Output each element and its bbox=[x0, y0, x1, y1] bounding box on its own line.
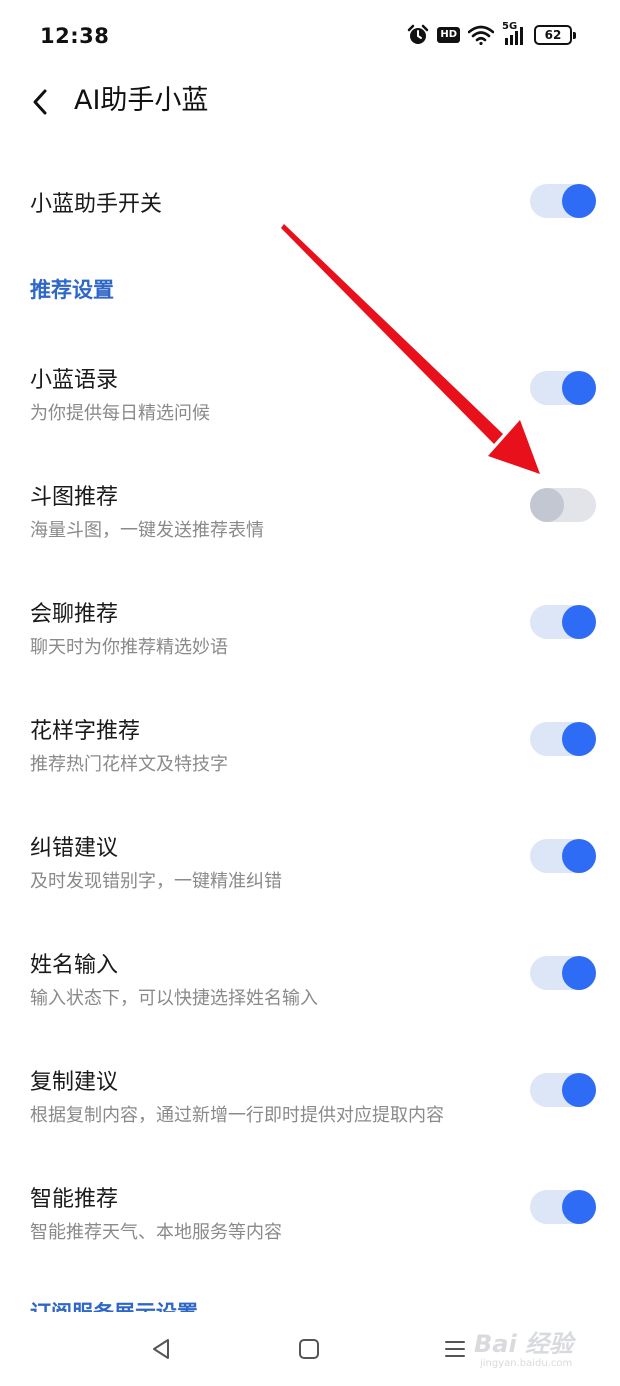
setting-subtitle: 根据复制内容，通过新增一行即时提供对应提取内容 bbox=[30, 1105, 444, 1126]
setting-subtitle: 推荐热门花样文及特技字 bbox=[30, 754, 228, 775]
back-button[interactable] bbox=[20, 82, 60, 122]
toggle-fancy-text[interactable] bbox=[530, 722, 596, 756]
setting-title: 斗图推荐 bbox=[30, 485, 119, 510]
alarm-icon bbox=[407, 24, 429, 46]
master-switch-label: 小蓝助手开关 bbox=[30, 192, 163, 217]
back-arrow-icon bbox=[33, 89, 47, 115]
setting-title: 智能推荐 bbox=[30, 1187, 119, 1212]
navigation-bar bbox=[0, 1312, 620, 1386]
toggle-correction[interactable] bbox=[530, 839, 596, 873]
setting-subtitle: 智能推荐天气、本地服务等内容 bbox=[30, 1222, 282, 1243]
square-home-icon bbox=[299, 1339, 319, 1359]
app-header: AI助手小蓝 bbox=[0, 76, 620, 126]
toggle-chat-recommend[interactable] bbox=[530, 605, 596, 639]
toggle-meme-recommend[interactable] bbox=[530, 488, 596, 522]
battery-level: 62 bbox=[534, 25, 572, 45]
signal-5g-icon: 5G bbox=[502, 21, 526, 46]
setting-subtitle: 海量斗图，一键发送推荐表情 bbox=[30, 520, 264, 541]
status-time: 12:38 bbox=[40, 24, 110, 48]
setting-title: 会聊推荐 bbox=[30, 602, 119, 627]
hd-icon: HD bbox=[437, 27, 460, 43]
setting-title: 纠错建议 bbox=[30, 836, 119, 861]
setting-subtitle: 为你提供每日精选问候 bbox=[30, 403, 210, 424]
battery-icon: 62 bbox=[534, 25, 576, 45]
setting-title: 花样字推荐 bbox=[30, 719, 141, 744]
section-header-subscription: 订阅服务展示设置 bbox=[30, 1294, 198, 1312]
master-switch-toggle[interactable] bbox=[530, 184, 596, 218]
setting-subtitle: 及时发现错别字，一键精准纠错 bbox=[30, 871, 282, 892]
nav-back-button[interactable] bbox=[146, 1334, 176, 1364]
setting-subtitle: 输入状态下，可以快捷选择姓名输入 bbox=[30, 988, 318, 1009]
wifi-icon bbox=[468, 25, 494, 45]
page-title: AI助手小蓝 bbox=[74, 85, 209, 116]
toggle-smart-recommend[interactable] bbox=[530, 1190, 596, 1224]
triangle-back-icon bbox=[153, 1339, 169, 1359]
setting-title: 小蓝语录 bbox=[30, 368, 119, 393]
nav-home-button[interactable] bbox=[294, 1334, 324, 1364]
toggle-xiaolan-quotes[interactable] bbox=[530, 371, 596, 405]
nav-recents-button[interactable] bbox=[440, 1334, 470, 1364]
section-header-recommend: 推荐设置 bbox=[30, 278, 114, 302]
toggle-name-input[interactable] bbox=[530, 956, 596, 990]
setting-title: 姓名输入 bbox=[30, 953, 119, 978]
setting-title: 复制建议 bbox=[30, 1070, 119, 1095]
status-icons: HD 5G 62 bbox=[407, 21, 576, 46]
setting-subtitle: 聊天时为你推荐精选妙语 bbox=[30, 637, 228, 658]
status-bar: 12:38 HD 5G 62 bbox=[0, 0, 620, 76]
menu-lines-icon bbox=[445, 1341, 465, 1357]
toggle-copy-suggest[interactable] bbox=[530, 1073, 596, 1107]
